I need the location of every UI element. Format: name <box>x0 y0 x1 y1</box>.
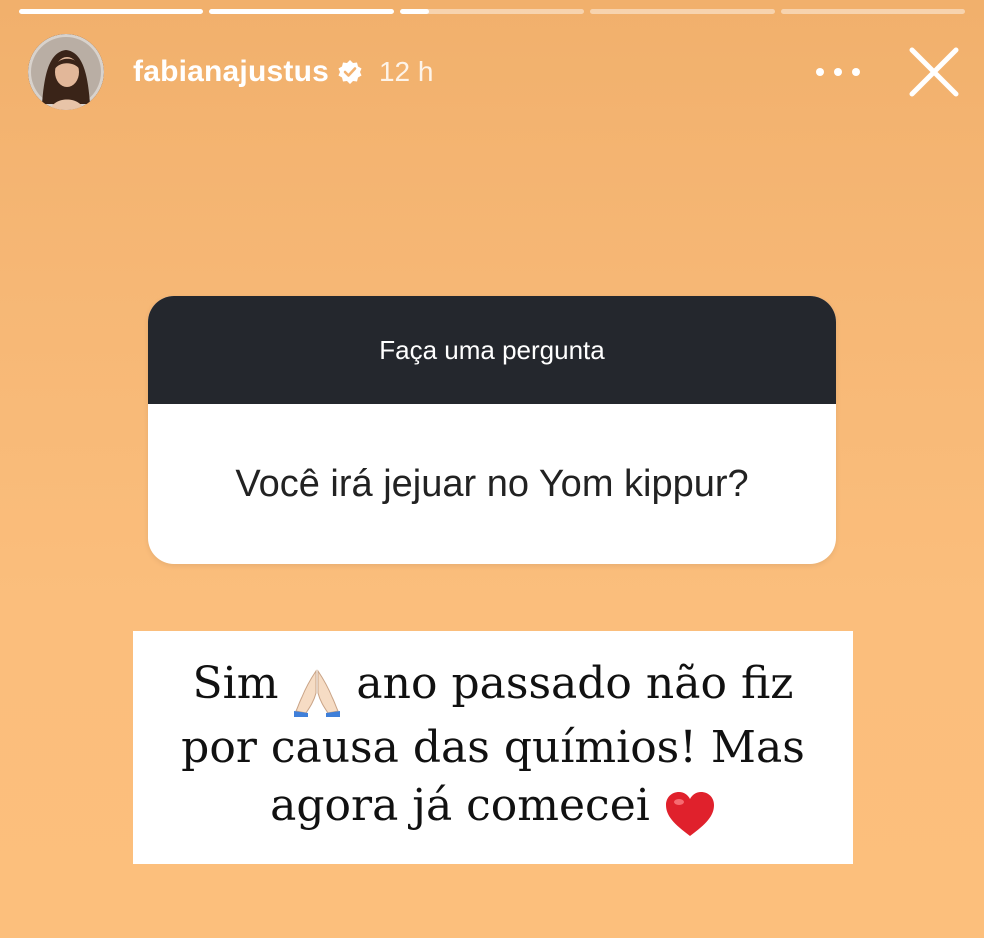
story-progress-fill <box>399 9 430 14</box>
answer-line-3: agora já comecei <box>181 777 805 841</box>
username[interactable]: fabianajustus <box>133 55 329 89</box>
answer-line-3-text: agora já comecei <box>270 779 650 831</box>
story-progress-segment <box>209 9 394 14</box>
username-row: fabianajustus 12 h <box>133 52 433 92</box>
story-progress-segment <box>19 9 204 14</box>
red-heart-emoji <box>664 783 716 841</box>
answer-text: Sim ano passado não fiz por causa das qu… <box>181 655 805 841</box>
question-text: Você irá jejuar no Yom kippur? <box>235 462 749 505</box>
post-time: 12 h <box>378 56 434 87</box>
story-header: fabianajustus 12 h <box>28 34 964 110</box>
story-progress-segment <box>399 9 585 14</box>
answer-text-box: Sim ano passado não fiz por causa das qu… <box>133 631 853 864</box>
story-progress-segment <box>590 9 775 14</box>
dot <box>834 68 842 76</box>
avatar[interactable] <box>28 34 104 110</box>
story-progress-segment <box>780 9 966 14</box>
dot <box>852 68 860 76</box>
story-progress-fill <box>209 9 394 14</box>
question-sticker: Faça uma pergunta Você irá jejuar no Yom… <box>148 296 836 564</box>
close-icon[interactable] <box>904 42 964 102</box>
more-horizontal-icon[interactable] <box>816 60 860 84</box>
answer-line-1-start: Sim <box>192 657 279 709</box>
story-progress-bar <box>19 9 966 14</box>
verified-badge-icon <box>338 60 362 84</box>
dot <box>816 68 824 76</box>
praying-hands-emoji <box>292 661 342 719</box>
question-sticker-title: Faça uma pergunta <box>148 296 836 404</box>
answer-line-1: Sim ano passado não fiz <box>181 655 805 719</box>
story-progress-fill <box>19 9 204 14</box>
answer-line-1-end: ano passado não fiz <box>356 657 794 709</box>
answer-line-2: por causa das químios! Mas <box>181 721 805 773</box>
